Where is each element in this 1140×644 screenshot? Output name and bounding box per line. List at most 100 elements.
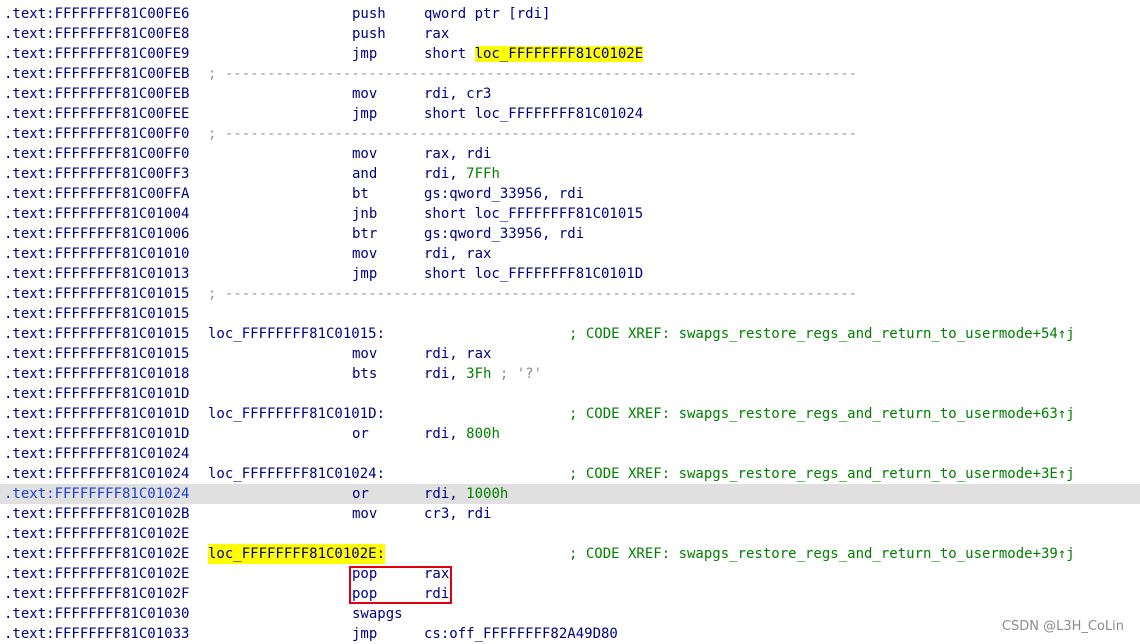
listing-line[interactable]: .text:FFFFFFFF81C01024 loc_FFFFFFFF81C010…	[0, 464, 1140, 484]
operands[interactable]: rdi, 7FFh	[424, 164, 500, 184]
operand-text[interactable]: rax, rdi	[424, 146, 491, 162]
address[interactable]: .text:FFFFFFFF81C01033	[4, 624, 189, 644]
operands[interactable]: gs:qword_33956, rdi	[424, 184, 584, 204]
address[interactable]: .text:FFFFFFFF81C01013	[4, 264, 189, 284]
address[interactable]: .text:FFFFFFFF81C0102E	[4, 524, 189, 544]
address[interactable]: .text:FFFFFFFF81C01004	[4, 204, 189, 224]
operand-text[interactable]: rdi,	[424, 426, 466, 442]
address[interactable]: .text:FFFFFFFF81C01010	[4, 244, 189, 264]
operands[interactable]: qword ptr [rdi]	[424, 4, 550, 24]
operands[interactable]: rdi, 800h	[424, 424, 500, 444]
operands[interactable]: rdi, rax	[424, 344, 491, 364]
operands[interactable]: short loc_FFFFFFFF81C01015	[424, 204, 643, 224]
mnemonic[interactable]: or	[352, 484, 369, 504]
address[interactable]: .text:FFFFFFFF81C0101D	[4, 424, 189, 444]
listing-line[interactable]: .text:FFFFFFFF81C0102E pop rax	[0, 564, 1140, 584]
mnemonic[interactable]: mov	[352, 144, 377, 164]
address[interactable]: .text:FFFFFFFF81C01015	[4, 304, 189, 324]
operand-text[interactable]: gs:qword_33956, rdi	[424, 226, 584, 242]
address[interactable]: .text:FFFFFFFF81C0102E	[4, 544, 189, 564]
listing-line[interactable]: .text:FFFFFFFF81C01004 jnb short loc_FFFFF…	[0, 204, 1140, 224]
mnemonic[interactable]: swapgs	[352, 604, 403, 624]
mnemonic[interactable]: push	[352, 4, 386, 24]
numeric-operand[interactable]: 7FFh	[466, 166, 500, 182]
address[interactable]: .text:FFFFFFFF81C01015	[4, 284, 189, 304]
operands[interactable]: short loc_FFFFFFFF81C0102E	[424, 44, 644, 64]
listing-line[interactable]: .text:FFFFFFFF81C00FEE jmp short loc_FFFFF…	[0, 104, 1140, 124]
address[interactable]: .text:FFFFFFFF81C00FEE	[4, 104, 189, 124]
xref-comment[interactable]: ; CODE XREF: swapgs_restore_regs_and_ret…	[569, 404, 1075, 424]
operand-text[interactable]: short	[424, 46, 475, 62]
address[interactable]: .text:FFFFFFFF81C00FE8	[4, 24, 189, 44]
operand-text[interactable]: rdi, cr3	[424, 86, 491, 102]
operands[interactable]: rdi, 1000h	[424, 484, 508, 504]
mnemonic[interactable]: pop	[352, 584, 377, 604]
numeric-operand[interactable]: 3Fh	[466, 366, 491, 382]
address[interactable]: .text:FFFFFFFF81C01024	[4, 464, 189, 484]
operands[interactable]: rdi, 3Fh ; '?'	[424, 364, 542, 384]
listing-line[interactable]: .text:FFFFFFFF81C01030 swapgs	[0, 604, 1140, 624]
highlighted-operand[interactable]: loc_FFFFFFFF81C0102E	[474, 46, 644, 62]
listing-line[interactable]: .text:FFFFFFFF81C01015 ; ----------------…	[0, 284, 1140, 304]
address[interactable]: .text:FFFFFFFF81C01015	[4, 324, 189, 344]
listing-line[interactable]: .text:FFFFFFFF81C0101D loc_FFFFFFFF81C010…	[0, 404, 1140, 424]
address[interactable]: .text:FFFFFFFF81C00FFA	[4, 184, 189, 204]
address[interactable]: .text:FFFFFFFF81C01024	[4, 484, 189, 504]
mnemonic[interactable]: jnb	[352, 204, 377, 224]
operands[interactable]: rax	[424, 24, 449, 44]
operand-text[interactable]: rdi, rax	[424, 246, 491, 262]
address[interactable]: .text:FFFFFFFF81C01030	[4, 604, 189, 624]
listing-line[interactable]: .text:FFFFFFFF81C00FF0 mov rax, rdi	[0, 144, 1140, 164]
listing-line[interactable]: .text:FFFFFFFF81C0102F pop rdi	[0, 584, 1140, 604]
listing-line[interactable]: .text:FFFFFFFF81C00FEB mov rdi, cr3	[0, 84, 1140, 104]
xref-comment[interactable]: ; CODE XREF: swapgs_restore_regs_and_ret…	[569, 324, 1075, 344]
operand-text[interactable]: rax	[424, 566, 449, 582]
address[interactable]: .text:FFFFFFFF81C00FEB	[4, 84, 189, 104]
operands[interactable]: rax	[424, 564, 449, 584]
mnemonic[interactable]: jmp	[352, 44, 377, 64]
listing-line[interactable]: .text:FFFFFFFF81C01024	[0, 444, 1140, 464]
mnemonic[interactable]: pop	[352, 564, 377, 584]
mnemonic[interactable]: bt	[352, 184, 369, 204]
mnemonic[interactable]: and	[352, 164, 377, 184]
listing-line[interactable]: .text:FFFFFFFF81C0102B mov cr3, rdi	[0, 504, 1140, 524]
mnemonic[interactable]: mov	[352, 84, 377, 104]
mnemonic[interactable]: mov	[352, 504, 377, 524]
mnemonic[interactable]: mov	[352, 244, 377, 264]
operand-text[interactable]: cr3, rdi	[424, 506, 491, 522]
address[interactable]: .text:FFFFFFFF81C0101D	[4, 384, 189, 404]
numeric-operand[interactable]: 1000h	[466, 486, 508, 502]
operand-text[interactable]: short loc_FFFFFFFF81C01015	[424, 206, 643, 222]
xref-comment[interactable]: ; CODE XREF: swapgs_restore_regs_and_ret…	[569, 464, 1075, 484]
listing-line[interactable]: .text:FFFFFFFF81C01033 jmp cs:off_FFFFFFFF…	[0, 624, 1140, 644]
operands[interactable]: cr3, rdi	[424, 504, 491, 524]
operand-text[interactable]: short loc_FFFFFFFF81C0101D	[424, 266, 643, 282]
xref-comment[interactable]: ; CODE XREF: swapgs_restore_regs_and_ret…	[569, 544, 1075, 564]
operands[interactable]: rdi, rax	[424, 244, 491, 264]
operands[interactable]: cs:off_FFFFFFFF82A49D80	[424, 624, 618, 644]
operands[interactable]: gs:qword_33956, rdi	[424, 224, 584, 244]
address[interactable]: .text:FFFFFFFF81C0101D	[4, 404, 189, 424]
operand-text[interactable]: rdi,	[424, 366, 466, 382]
operand-text[interactable]: gs:qword_33956, rdi	[424, 186, 584, 202]
listing-line[interactable]: .text:FFFFFFFF81C00FEB ; ----------------…	[0, 64, 1140, 84]
address[interactable]: .text:FFFFFFFF81C00FE9	[4, 44, 189, 64]
disassembly-listing[interactable]: .text:FFFFFFFF81C00FE6 push qword ptr [rdi…	[0, 4, 1140, 644]
listing-line[interactable]: .text:FFFFFFFF81C00FF0 ; ----------------…	[0, 124, 1140, 144]
mnemonic[interactable]: jmp	[352, 264, 377, 284]
operands[interactable]: short loc_FFFFFFFF81C01024	[424, 104, 643, 124]
mnemonic[interactable]: jmp	[352, 104, 377, 124]
operand-text[interactable]: qword ptr [rdi]	[424, 6, 550, 22]
operands[interactable]: rax, rdi	[424, 144, 491, 164]
operands[interactable]: rdi, cr3	[424, 84, 491, 104]
listing-line[interactable]: .text:FFFFFFFF81C01006 btr gs:qword_33956,…	[0, 224, 1140, 244]
listing-line[interactable]: .text:FFFFFFFF81C00FE8 push rax	[0, 24, 1140, 44]
address[interactable]: .text:FFFFFFFF81C00FE6	[4, 4, 189, 24]
listing-line[interactable]: .text:FFFFFFFF81C01024 or rdi, 1000h	[0, 484, 1140, 504]
mnemonic[interactable]: push	[352, 24, 386, 44]
code-label[interactable]: loc_FFFFFFFF81C0102E:	[208, 544, 386, 564]
operands[interactable]: short loc_FFFFFFFF81C0101D	[424, 264, 643, 284]
address[interactable]: .text:FFFFFFFF81C00FF3	[4, 164, 189, 184]
numeric-operand[interactable]: 800h	[466, 426, 500, 442]
mnemonic[interactable]: btr	[352, 224, 377, 244]
